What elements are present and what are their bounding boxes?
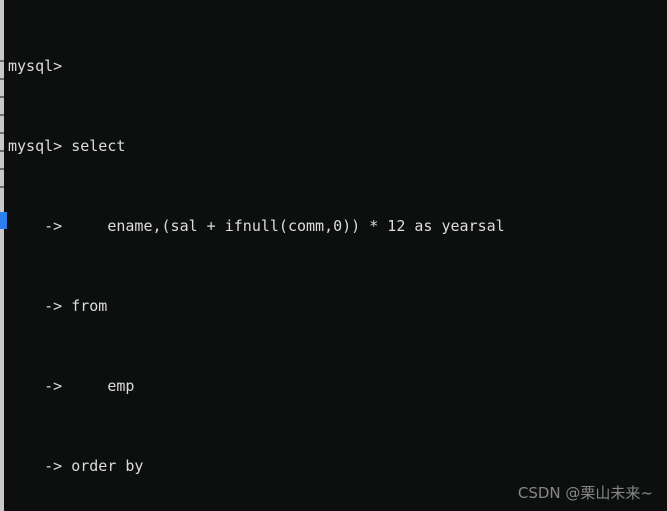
gutter-mark [0, 132, 4, 134]
query-text: ename,(sal + ifnull(comm,0)) * 12 as yea… [62, 217, 505, 235]
gutter-mark [0, 186, 4, 188]
gutter-mark [0, 150, 4, 152]
query-text: from [62, 297, 108, 315]
gutter-mark [0, 60, 4, 62]
query-line: -> order by [8, 456, 663, 476]
shell-prompt: mysql> [8, 57, 63, 75]
gutter-mark [0, 168, 4, 170]
query-line: mysql> select [8, 136, 663, 156]
terminal-window: mysql> mysql> select -> ename,(sal + ifn… [0, 0, 667, 511]
query-line: -> from [8, 296, 663, 316]
console-output: mysql> mysql> select -> ename,(sal + ifn… [8, 0, 663, 511]
csdn-watermark: CSDN @栗山未来~ [517, 484, 653, 502]
continuation-prompt: -> [8, 377, 63, 395]
gutter-marker-strip [0, 0, 4, 511]
continuation-prompt: -> [8, 297, 63, 315]
query-line: -> ename,(sal + ifnull(comm,0)) * 12 as … [8, 216, 663, 236]
query-text: select [62, 137, 126, 155]
gutter-mark [0, 114, 4, 116]
shell-prompt: mysql> [8, 137, 63, 155]
continuation-prompt: -> [8, 217, 63, 235]
query-text: emp [62, 377, 135, 395]
continuation-prompt: -> [8, 457, 63, 475]
vertical-scrollbar-thumb[interactable] [0, 212, 7, 229]
query-line: -> emp [8, 376, 663, 396]
gutter-mark [0, 78, 4, 80]
prompt-line-clipped: mysql> [8, 56, 663, 76]
gutter-mark [0, 96, 4, 98]
query-text: order by [62, 457, 144, 475]
